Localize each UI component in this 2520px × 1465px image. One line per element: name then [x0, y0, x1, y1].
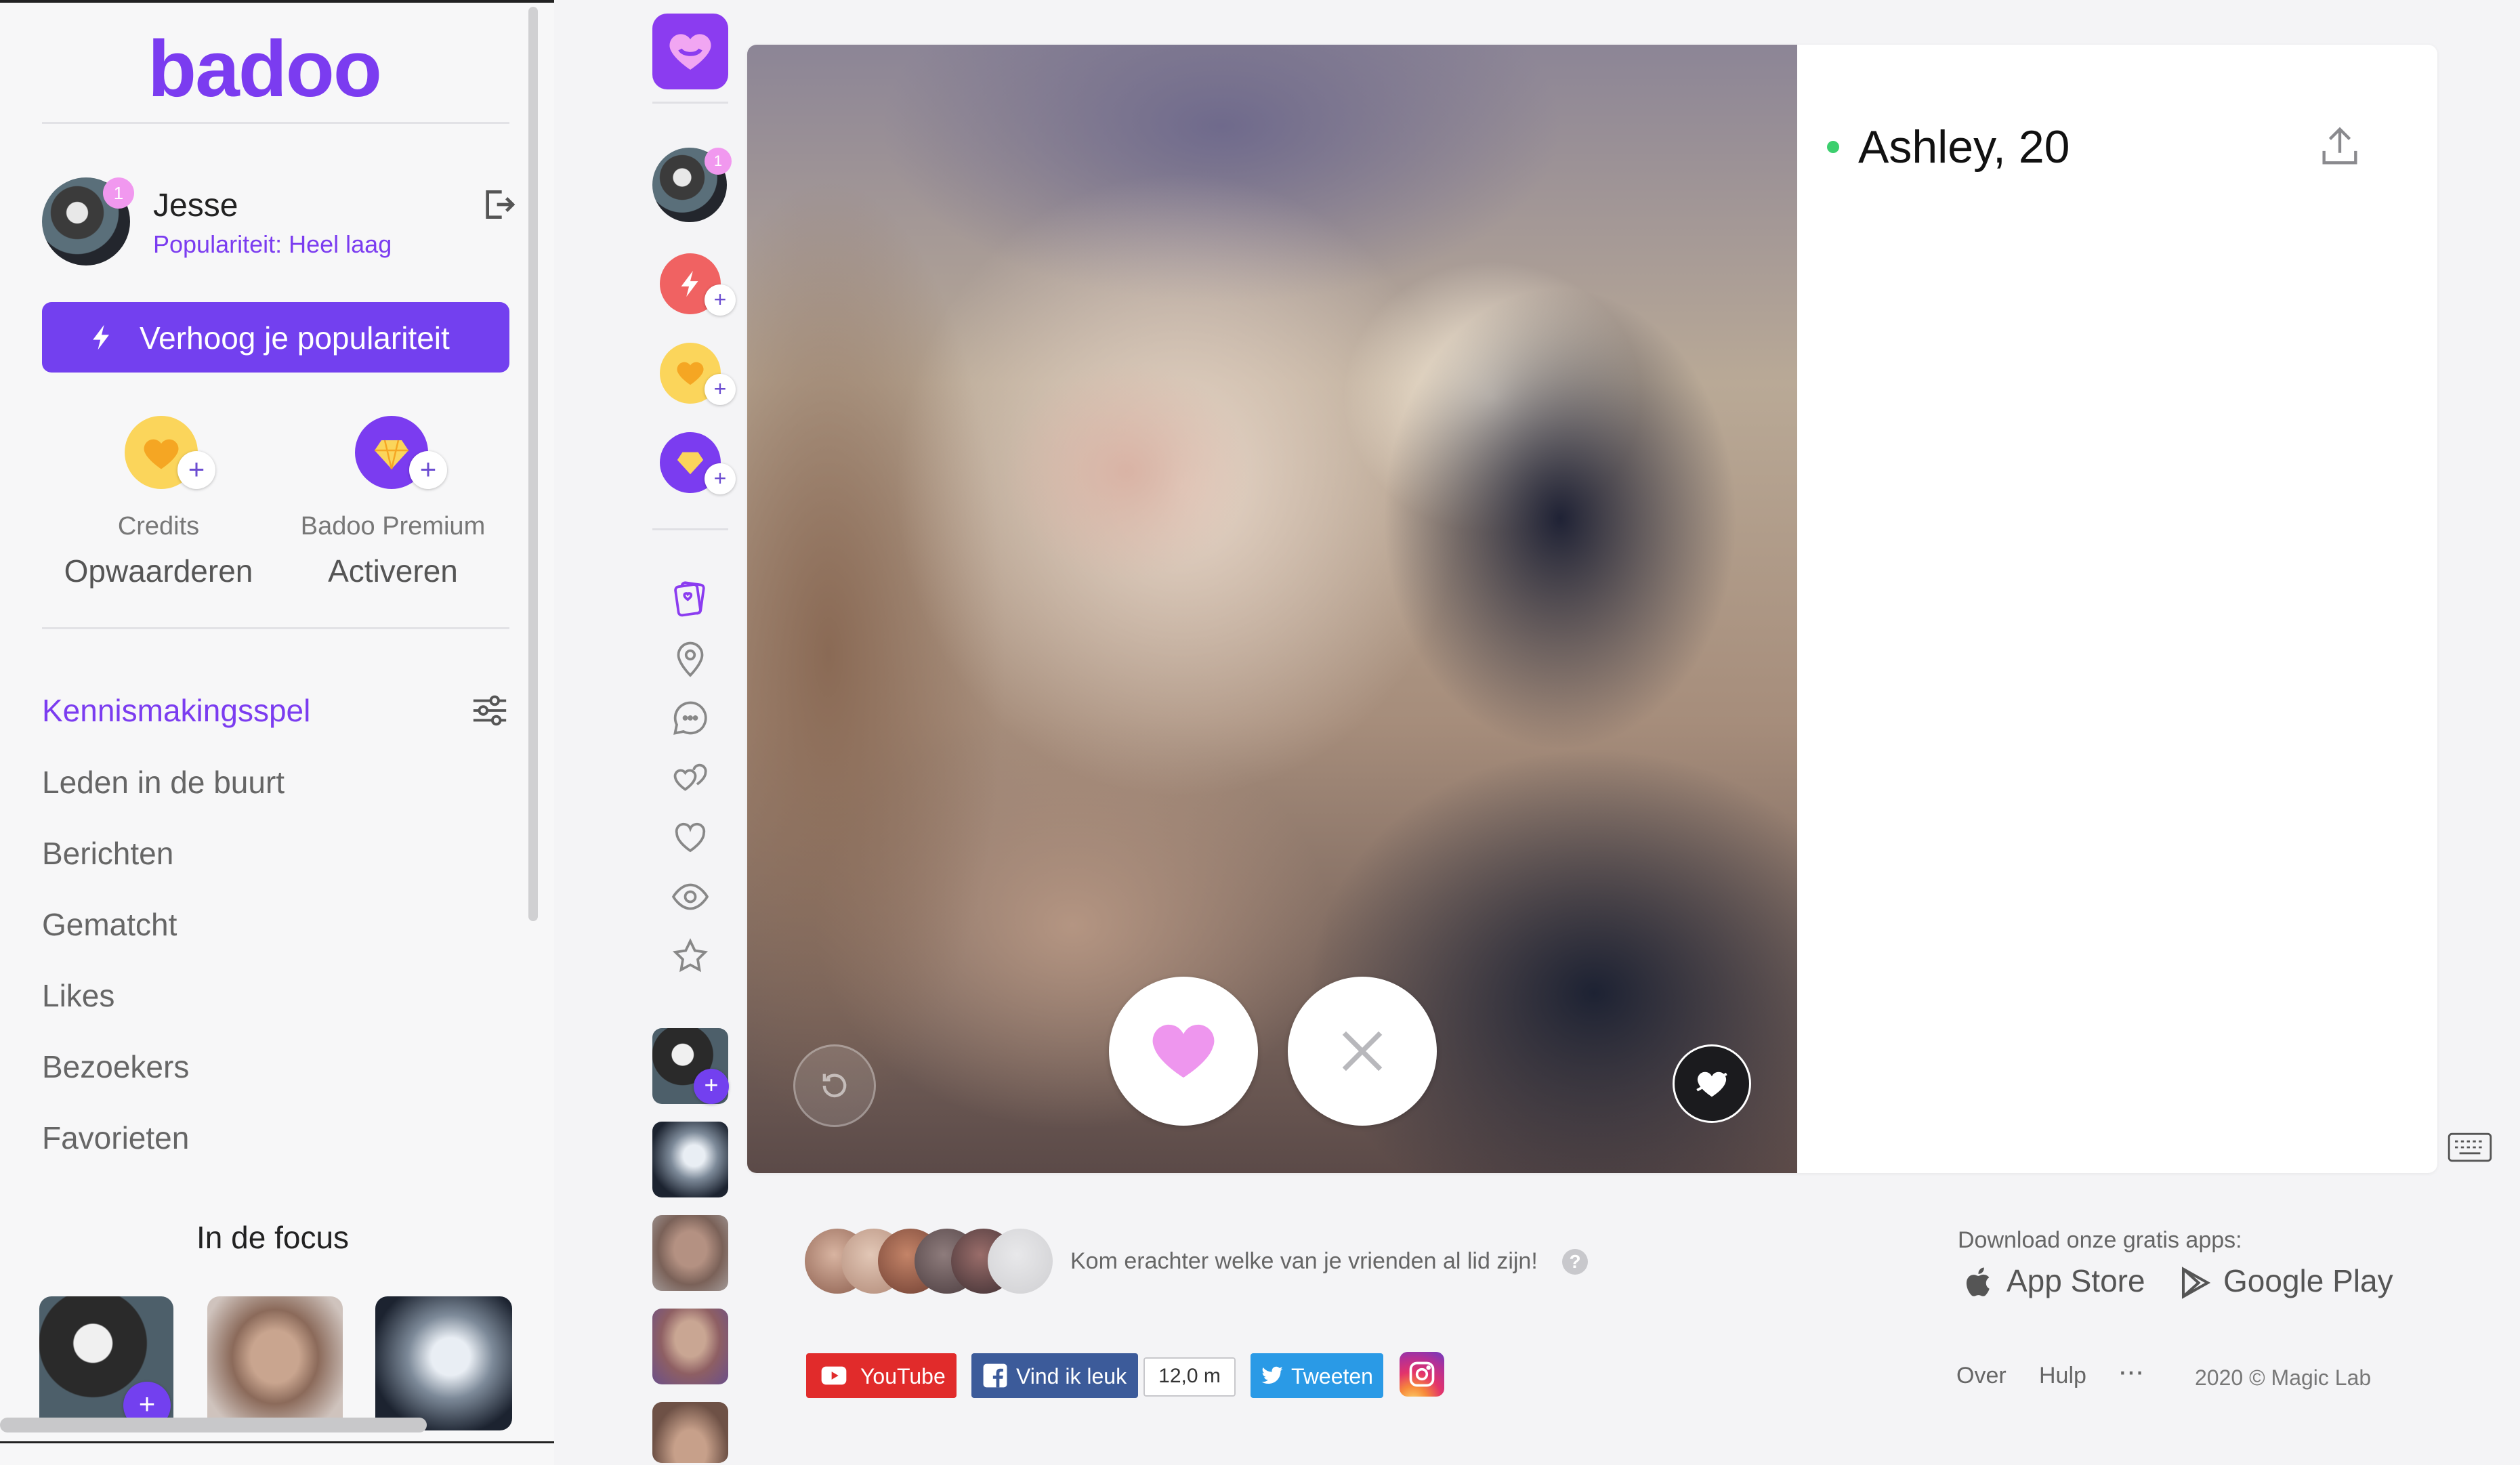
- facebook-label: Vind ik leuk: [1016, 1364, 1127, 1388]
- eye-icon[interactable]: [670, 876, 711, 917]
- tweet-label: Tweeten: [1291, 1364, 1373, 1388]
- lightning-icon: [87, 320, 117, 355]
- help-icon[interactable]: ?: [1562, 1249, 1588, 1275]
- rail-notification-badge: 1: [705, 148, 732, 175]
- profile-photo[interactable]: [747, 45, 1797, 1173]
- premium-activate-link[interactable]: Activeren: [285, 553, 501, 589]
- sidebar-scrollbar[interactable]: [528, 7, 538, 921]
- divider: [42, 627, 509, 629]
- popularity-link[interactable]: Populariteit: Heel laag: [153, 230, 392, 259]
- heart-outline-icon[interactable]: [670, 817, 711, 857]
- nav-item-bezoekers[interactable]: Bezoekers: [42, 1048, 189, 1085]
- divider: [652, 528, 728, 530]
- user-name[interactable]: Jesse: [153, 187, 238, 224]
- nav-item-gematcht[interactable]: Gematcht: [42, 906, 177, 943]
- add-boost-icon[interactable]: +: [705, 284, 736, 316]
- profile-name-age: Ashley, 20: [1858, 121, 2070, 173]
- profile-card: Ashley, 20: [747, 45, 2437, 1173]
- divider: [0, 1441, 554, 1443]
- more-menu-button[interactable]: ···: [2118, 1355, 2145, 1388]
- instagram-icon[interactable]: [1400, 1352, 1444, 1397]
- badoo-app-icon[interactable]: [652, 14, 728, 89]
- pass-button[interactable]: [1288, 977, 1437, 1126]
- notification-badge: 1: [103, 177, 134, 209]
- nav-item-kennismakingsspel[interactable]: Kennismakingsspel: [42, 692, 310, 729]
- tweet-button[interactable]: Tweeten: [1251, 1353, 1383, 1398]
- online-status-dot: [1827, 141, 1839, 153]
- google-play-link[interactable]: Google Play: [2223, 1262, 2393, 1299]
- app-store-link[interactable]: App Store: [2007, 1262, 2145, 1299]
- copyright-text: 2020 © Magic Lab: [2195, 1365, 2372, 1390]
- logout-icon[interactable]: [480, 186, 518, 224]
- cards-icon[interactable]: [670, 578, 711, 619]
- divider: [42, 122, 509, 124]
- add-premium-icon[interactable]: +: [705, 463, 736, 494]
- apple-icon[interactable]: [1962, 1262, 1997, 1302]
- footer-link-over[interactable]: Over: [1956, 1363, 2007, 1389]
- google-play-icon[interactable]: [2177, 1264, 2214, 1302]
- rail-thumb-member[interactable]: [652, 1215, 728, 1291]
- rail-thumb-member[interactable]: [652, 1402, 728, 1463]
- nav-item-berichten[interactable]: Berichten: [42, 835, 173, 872]
- add-credits-icon[interactable]: +: [705, 374, 736, 405]
- undo-button[interactable]: [793, 1044, 876, 1127]
- add-credits-icon[interactable]: +: [177, 451, 215, 489]
- chat-icon[interactable]: [670, 698, 711, 738]
- location-pin-icon[interactable]: [670, 638, 711, 679]
- find-friends-link[interactable]: Kom erachter welke van je vrienden al li…: [1070, 1248, 1538, 1275]
- add-photo-icon[interactable]: +: [694, 1069, 729, 1104]
- footer-link-hulp[interactable]: Hulp: [2039, 1363, 2086, 1389]
- nav-item-leden-in-de-buurt[interactable]: Leden in de buurt: [42, 764, 285, 801]
- divider: [652, 102, 728, 104]
- like-button[interactable]: [1109, 977, 1258, 1126]
- share-icon[interactable]: [2316, 123, 2364, 171]
- crush-button[interactable]: [1673, 1044, 1751, 1123]
- add-premium-icon[interactable]: +: [409, 451, 447, 489]
- star-icon[interactable]: [670, 936, 711, 977]
- friend-avatars[interactable]: [805, 1229, 1055, 1294]
- keyboard-icon[interactable]: [2448, 1132, 2492, 1162]
- boost-popularity-button[interactable]: Verhoog je populariteit: [42, 302, 509, 373]
- rail-thumb-member[interactable]: [652, 1122, 728, 1197]
- sliders-icon[interactable]: [470, 691, 509, 730]
- boost-button-label: Verhoog je populariteit: [140, 320, 450, 356]
- credits-label: Credits: [117, 512, 200, 540]
- nav-item-favorieten[interactable]: Favorieten: [42, 1120, 189, 1156]
- friend-avatar: [988, 1229, 1053, 1294]
- youtube-label: YouTube: [860, 1364, 946, 1388]
- focus-title: In de focus: [196, 1220, 350, 1255]
- rail-thumb-member[interactable]: [652, 1309, 728, 1384]
- hearts-icon[interactable]: [670, 757, 711, 798]
- badoo-logo[interactable]: badoo: [148, 23, 382, 115]
- facebook-like-count: 12,0 m: [1143, 1357, 1236, 1397]
- nav-item-likes[interactable]: Likes: [42, 977, 114, 1014]
- youtube-button[interactable]: YouTube: [806, 1353, 957, 1398]
- facebook-like-button[interactable]: Vind ik leuk: [971, 1353, 1138, 1398]
- focus-thumb-member[interactable]: [207, 1296, 343, 1430]
- focus-thumb-member[interactable]: [375, 1296, 512, 1430]
- horizontal-scrollbar[interactable]: [0, 1418, 427, 1432]
- premium-label: Badoo Premium: [300, 512, 486, 540]
- credits-upgrade-link[interactable]: Opwaarderen: [57, 553, 260, 589]
- download-apps-label: Download onze gratis apps:: [1958, 1227, 2242, 1253]
